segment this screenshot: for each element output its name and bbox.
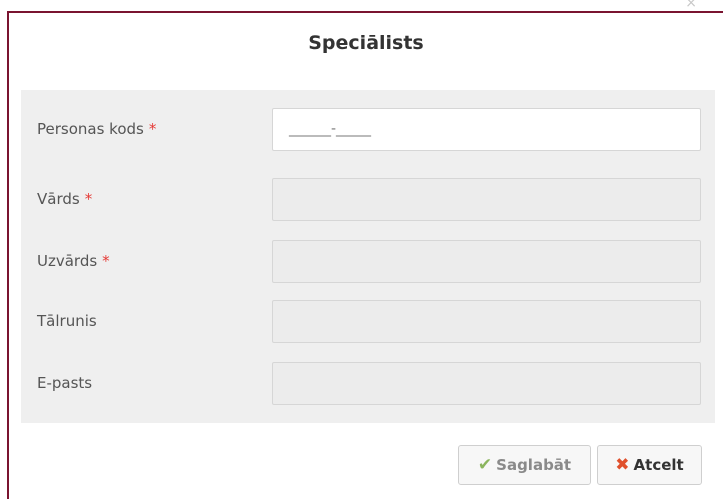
personal-code-label: Personas kods * — [37, 120, 156, 138]
email-row: E-pasts — [21, 362, 715, 406]
specialist-dialog: Speciālists Personas kods * ______-_____ … — [7, 11, 723, 499]
save-button-label: Saglabāt — [496, 456, 572, 474]
personal-code-row: Personas kods * ______-_____ — [21, 108, 715, 152]
first-name-label: Vārds * — [37, 190, 92, 208]
first-name-label-text: Vārds — [37, 190, 80, 208]
x-icon: ✖ — [615, 454, 630, 475]
personal-code-mask: ______-_____ — [289, 121, 372, 137]
phone-row: Tālrunis — [21, 300, 715, 344]
personal-code-field[interactable]: ______-_____ — [272, 108, 701, 151]
dialog-title: Speciālists — [308, 32, 424, 54]
cancel-button-label: Atcelt — [633, 456, 684, 474]
last-name-label: Uzvārds * — [37, 252, 110, 270]
phone-label: Tālrunis — [37, 312, 97, 330]
required-marker: * — [84, 190, 93, 208]
phone-field[interactable] — [272, 300, 701, 343]
last-name-row: Uzvārds * — [21, 240, 715, 284]
close-icon[interactable]: × — [685, 0, 697, 10]
form-panel: Personas kods * ______-_____ Vārds * Uzvār… — [21, 90, 715, 423]
required-marker: * — [102, 252, 110, 270]
cancel-button[interactable]: ✖ Atcelt — [597, 445, 702, 485]
last-name-label-text: Uzvārds — [37, 252, 98, 270]
save-button[interactable]: ✔ Saglabāt — [458, 445, 591, 485]
required-marker: * — [148, 120, 157, 138]
personal-code-label-text: Personas kods — [37, 120, 144, 138]
page: × Speciālists Personas kods * ______-____… — [0, 0, 723, 499]
first-name-row: Vārds * — [21, 178, 715, 222]
first-name-field[interactable] — [272, 178, 701, 221]
check-icon: ✔ — [477, 454, 493, 475]
last-name-field[interactable] — [272, 240, 701, 283]
email-label: E-pasts — [37, 374, 93, 392]
email-field[interactable] — [272, 362, 701, 405]
